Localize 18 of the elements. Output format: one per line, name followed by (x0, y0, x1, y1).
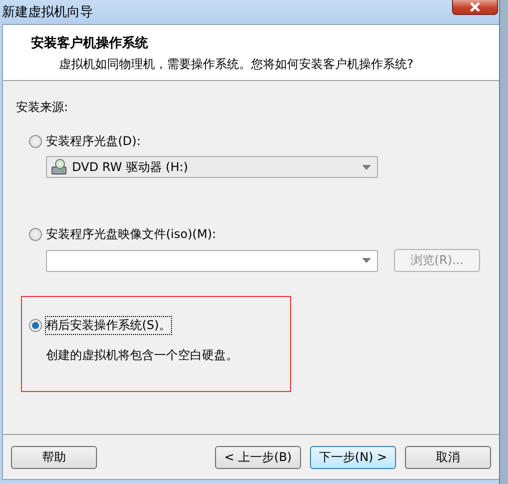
help-button[interactable]: 帮助 (11, 446, 97, 468)
page-title: 安装客户机操作系统 (31, 34, 149, 52)
radio-option[interactable]: 安装程序光盘映像文件(iso)(M): (29, 226, 499, 242)
disc-drive-icon (51, 159, 67, 175)
dialog-button[interactable]: 下一步(N) > (310, 446, 396, 468)
radio-option[interactable]: 稍后安装操作系统(S)。 (29, 317, 290, 333)
dialog-button[interactable]: 取消 (405, 446, 491, 468)
radio-option[interactable]: 安装程序光盘(D): (29, 133, 499, 149)
window-title: 新建虚拟机向导 (2, 4, 93, 21)
dialog-button[interactable]: < 上一步(B) (215, 446, 301, 468)
caret-icon (362, 164, 371, 170)
section-label: 安装来源: (16, 99, 70, 116)
page-subtitle: 虚拟机如同物理机，需要操作系统。您将如何安装客户机操作系统? (59, 56, 414, 73)
close-button[interactable] (452, 0, 498, 15)
close-icon (469, 2, 481, 12)
drive-dropdown[interactable]: DVD RW 驱动器 (H:) (46, 156, 378, 178)
caret-icon (362, 258, 371, 263)
option-note: 创建的虚拟机将包含一个空白硬盘。 (46, 347, 239, 364)
